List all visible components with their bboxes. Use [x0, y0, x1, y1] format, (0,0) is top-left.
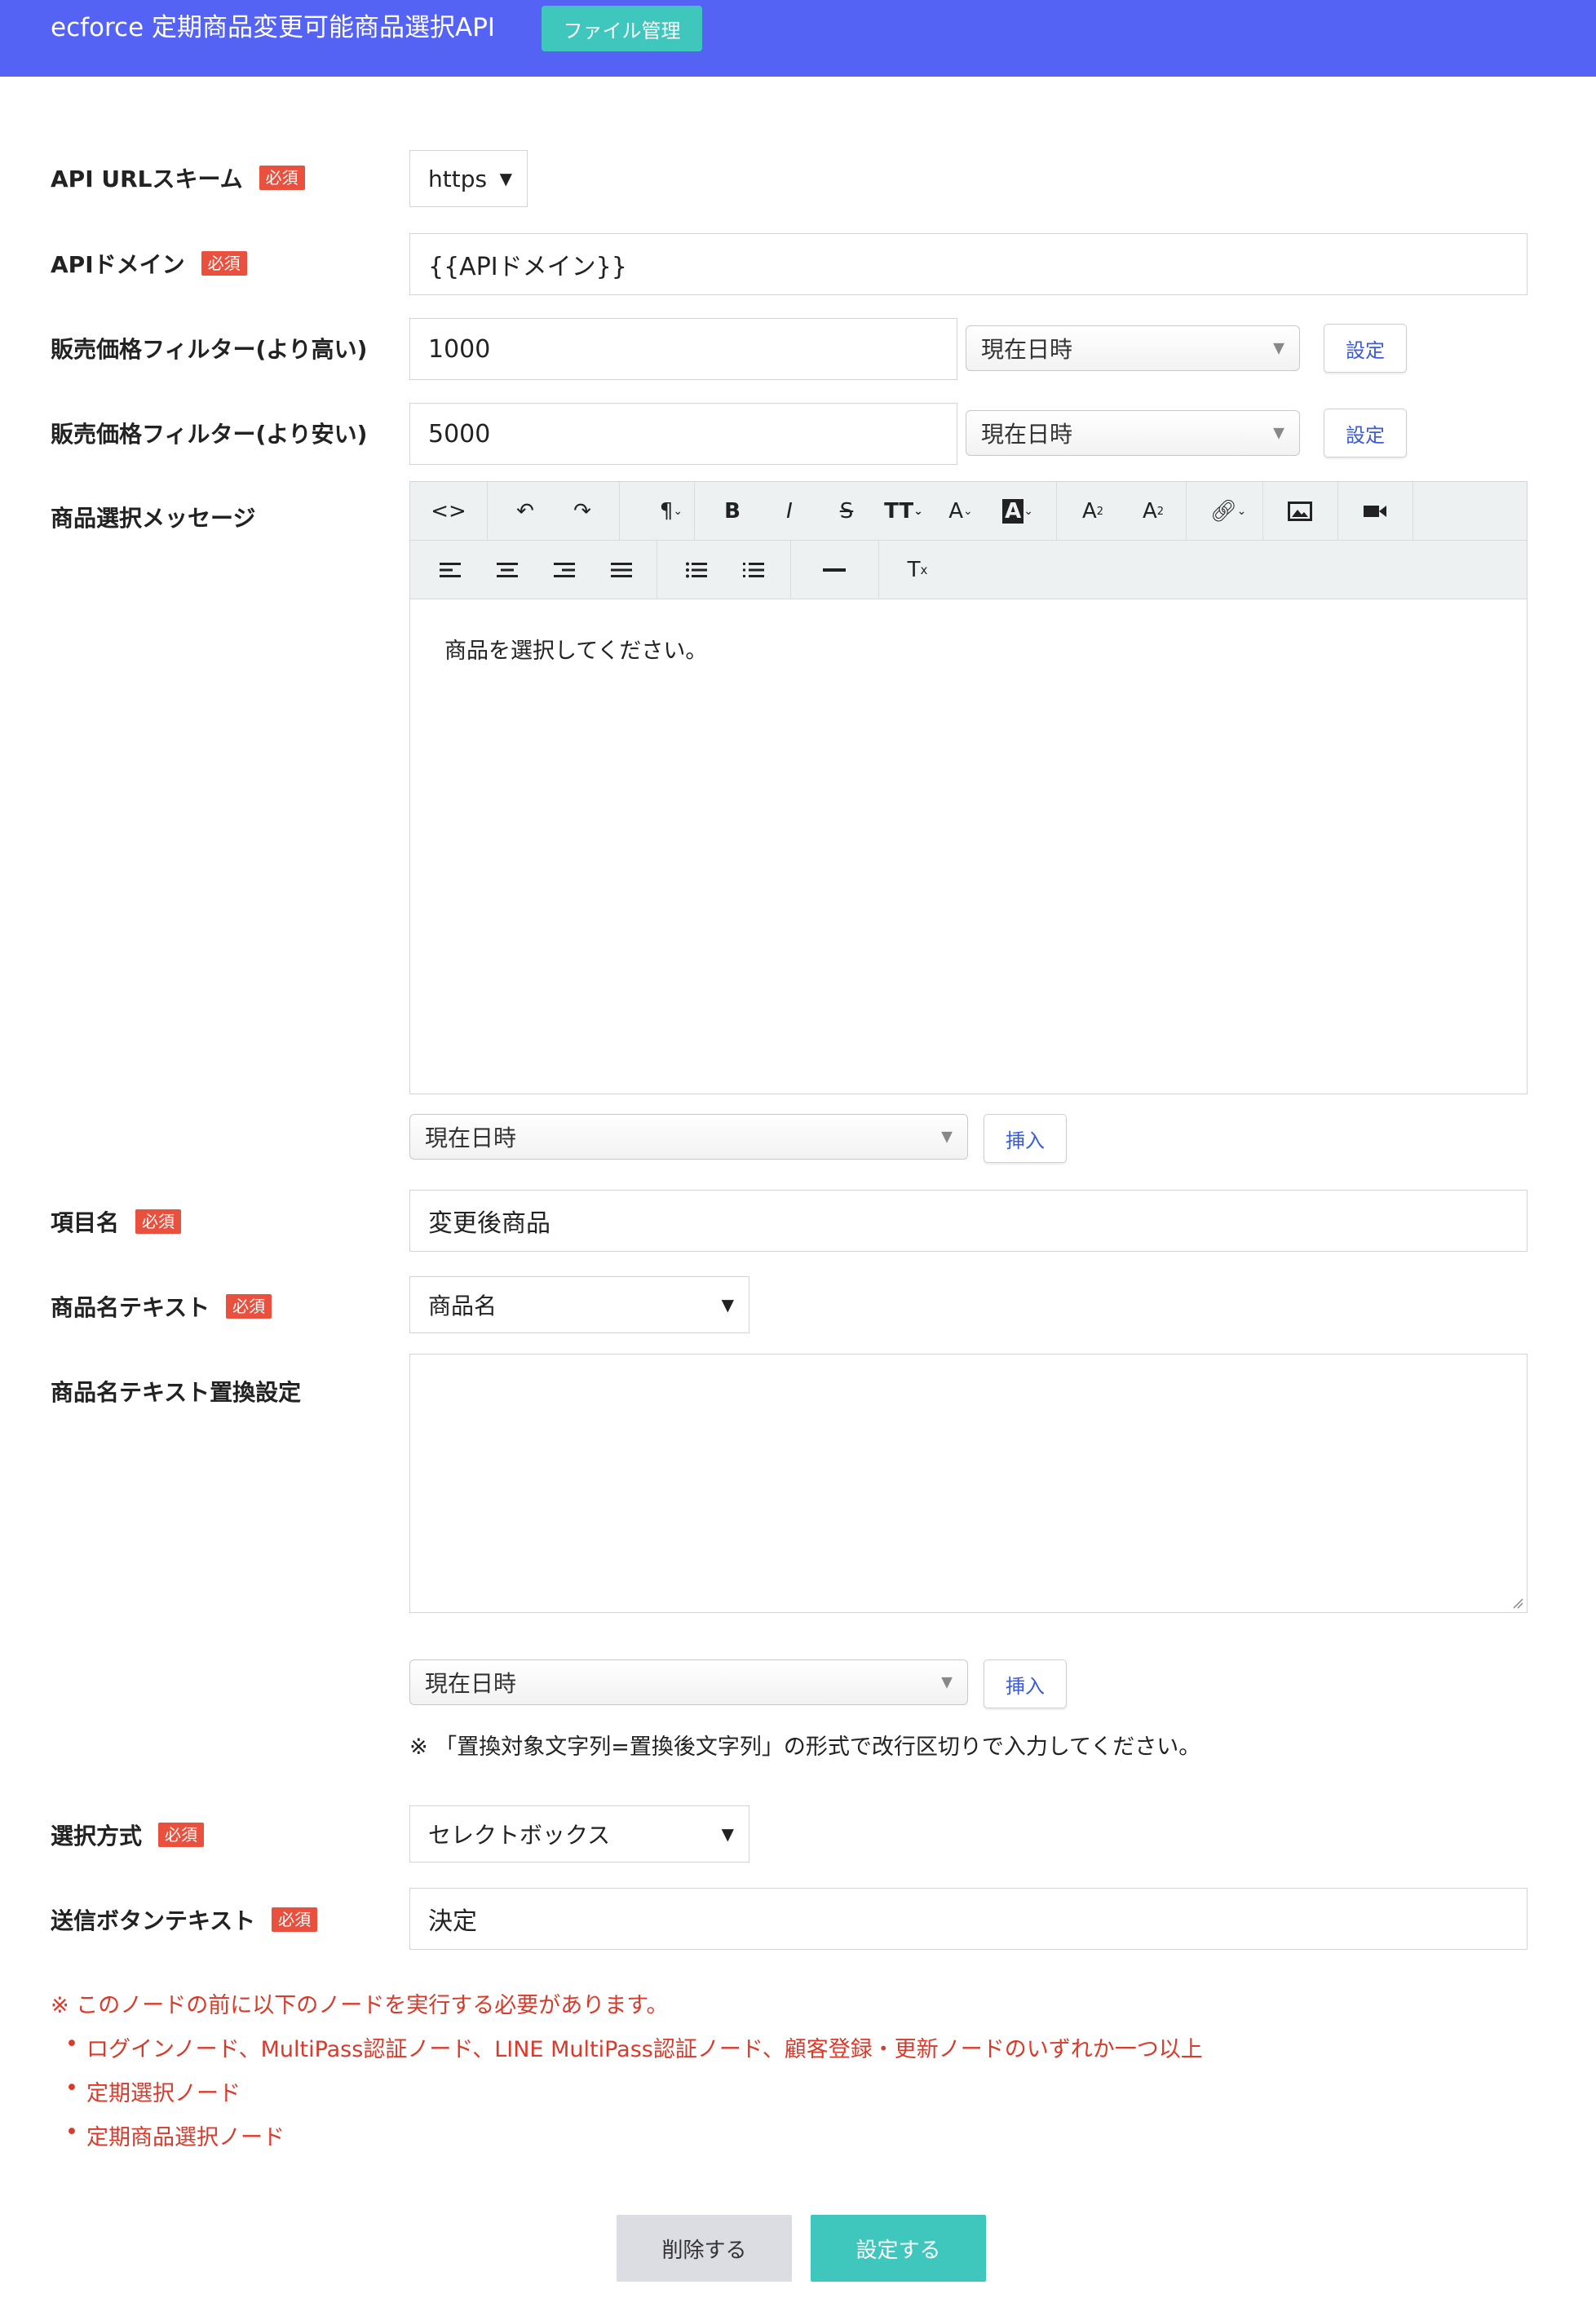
- required-badge: 必須: [226, 1294, 272, 1319]
- align-right-icon[interactable]: [536, 541, 593, 599]
- bullet-list-icon[interactable]: [668, 541, 725, 599]
- replace-insert-button[interactable]: 挿入: [984, 1659, 1067, 1708]
- required-badge: 必須: [272, 1907, 318, 1932]
- product-text-value: 商品名: [428, 1293, 497, 1319]
- scheme-select[interactable]: https ▼: [409, 150, 528, 207]
- price-low-set-button[interactable]: 設定: [1324, 409, 1407, 457]
- highlight-icon[interactable]: A ⌄: [989, 482, 1046, 541]
- select-mode-label: 選択方式 必須: [51, 1818, 205, 1851]
- replace-note: ※ 「置換対象文字列=置換後文字列」の形式で改行区切りで入力してください。: [409, 1734, 1201, 1760]
- link-icon[interactable]: 🔗︎ ⌄: [1191, 482, 1265, 541]
- price-high-date-select[interactable]: 現在日時 ▼: [966, 325, 1300, 371]
- submit-text-label-text: 送信ボタンテキスト: [51, 1907, 256, 1934]
- video-icon[interactable]: [1337, 482, 1413, 541]
- superscript-icon[interactable]: A2: [1063, 482, 1123, 541]
- numbered-list-icon[interactable]: [725, 541, 782, 599]
- resize-handle-icon[interactable]: [1512, 1597, 1523, 1609]
- price-high-label-text: 販売価格フィルター(より高い): [51, 336, 368, 363]
- chevron-down-icon: ▼: [941, 1128, 953, 1146]
- scheme-select-value: https: [428, 165, 488, 192]
- item-name-label: 項目名 必須: [51, 1205, 182, 1238]
- select-mode-label-text: 選択方式: [51, 1823, 143, 1849]
- item-name-input[interactable]: 変更後商品: [409, 1190, 1527, 1252]
- image-icon[interactable]: [1262, 482, 1337, 541]
- font-color-icon[interactable]: A ⌄: [932, 482, 989, 541]
- clear-format-icon[interactable]: Tx: [885, 541, 950, 599]
- price-high-input[interactable]: 1000: [409, 318, 957, 380]
- align-center-icon[interactable]: [479, 541, 536, 599]
- chevron-down-icon: ▼: [721, 1824, 734, 1844]
- product-text-label-text: 商品名テキスト: [51, 1294, 210, 1321]
- chevron-down-icon: ▼: [499, 169, 512, 188]
- price-low-date-value: 現在日時: [981, 421, 1073, 448]
- chevron-down-icon: ▼: [721, 1295, 734, 1315]
- align-justify-icon[interactable]: [593, 541, 650, 599]
- bold-icon[interactable]: B: [704, 482, 761, 541]
- redo-icon[interactable]: ↷: [554, 482, 611, 541]
- select-mode-select[interactable]: セレクトボックス ▼: [409, 1805, 749, 1863]
- product-text-select[interactable]: 商品名 ▼: [409, 1276, 749, 1333]
- chevron-down-icon: ▼: [1273, 339, 1284, 357]
- strikethrough-icon[interactable]: S: [818, 482, 875, 541]
- message-label: 商品選択メッセージ: [51, 501, 255, 533]
- scheme-label-text: API URLスキーム: [51, 166, 243, 192]
- price-low-input[interactable]: 5000: [409, 403, 957, 465]
- save-button[interactable]: 設定する: [811, 2215, 986, 2282]
- required-badge: 必須: [135, 1209, 182, 1234]
- domain-label: APIドメイン 必須: [51, 247, 247, 280]
- domain-input[interactable]: {{APIドメイン}}: [409, 233, 1527, 295]
- replace-textarea[interactable]: [409, 1354, 1527, 1613]
- item-name-label-text: 項目名: [51, 1209, 120, 1236]
- page-title: ecforce 定期商品変更可能商品選択API: [51, 13, 496, 42]
- submit-text-input[interactable]: 決定: [409, 1888, 1527, 1950]
- editor-content[interactable]: 商品を選択してください。: [410, 600, 1527, 697]
- replace-date-select[interactable]: 現在日時 ▼: [409, 1659, 968, 1705]
- editor-toolbar-row-2: Tx: [410, 541, 1527, 599]
- required-badge: 必須: [201, 251, 247, 276]
- prerequisite-item: 定期選択ノード: [65, 2075, 241, 2107]
- price-high-date-value: 現在日時: [981, 336, 1073, 363]
- submit-text-label: 送信ボタンテキスト 必須: [51, 1903, 318, 1936]
- code-view-icon[interactable]: <>: [410, 482, 487, 541]
- scheme-label: API URLスキーム 必須: [51, 161, 305, 194]
- price-high-label: 販売価格フィルター(より高い): [51, 332, 367, 365]
- replace-label: 商品名テキスト置換設定: [51, 1375, 301, 1407]
- italic-icon[interactable]: I: [761, 482, 818, 541]
- replace-date-value: 現在日時: [425, 1670, 517, 1697]
- price-high-set-button[interactable]: 設定: [1324, 324, 1407, 373]
- message-date-value: 現在日時: [425, 1125, 517, 1151]
- app-header: ecforce 定期商品変更可能商品選択API ファイル管理: [0, 0, 1596, 77]
- paragraph-icon[interactable]: ¶ ⌄: [630, 482, 712, 541]
- replace-label-text: 商品名テキスト置換設定: [51, 1379, 302, 1406]
- font-size-icon[interactable]: TT ⌄: [875, 482, 932, 541]
- chevron-down-icon: ▼: [1273, 424, 1284, 442]
- product-text-label: 商品名テキスト 必須: [51, 1290, 272, 1323]
- file-management-button[interactable]: ファイル管理: [542, 6, 702, 51]
- message-date-select[interactable]: 現在日時 ▼: [409, 1114, 968, 1160]
- chevron-down-icon: ▼: [941, 1673, 953, 1691]
- message-label-text: 商品選択メッセージ: [51, 505, 256, 532]
- message-insert-button[interactable]: 挿入: [984, 1114, 1067, 1163]
- undo-icon[interactable]: ↶: [497, 482, 554, 541]
- required-badge: 必須: [259, 166, 305, 190]
- select-mode-value: セレクトボックス: [428, 1822, 611, 1849]
- prerequisite-item: 定期商品選択ノード: [65, 2119, 285, 2151]
- align-left-icon[interactable]: [422, 541, 479, 599]
- prerequisite-warning: ※ このノードの前に以下のノードを実行する必要があります。: [51, 1993, 669, 2018]
- rich-text-editor: <> ↶ ↷ ¶⌄ B I S TT⌄ A⌄ A⌄ A2 A2 🔗︎⌄: [409, 481, 1527, 1094]
- delete-button[interactable]: 削除する: [617, 2215, 792, 2282]
- price-low-date-select[interactable]: 現在日時 ▼: [966, 410, 1300, 456]
- price-low-label: 販売価格フィルター(より安い): [51, 417, 367, 449]
- domain-label-text: APIドメイン: [51, 251, 185, 278]
- prerequisite-item: ログインノード、MultiPass認証ノード、LINE MultiPass認証ノ…: [65, 2031, 1203, 2063]
- editor-toolbar-row-1: <> ↶ ↷ ¶ ⌄ B I S TT ⌄ A ⌄ A ⌄ A2 A2 🔗︎ ⌄: [410, 482, 1527, 541]
- subscript-icon[interactable]: A2: [1123, 482, 1183, 541]
- required-badge: 必須: [158, 1823, 205, 1847]
- price-low-label-text: 販売価格フィルター(より安い): [51, 421, 368, 448]
- horizontal-rule-icon[interactable]: [802, 541, 867, 599]
